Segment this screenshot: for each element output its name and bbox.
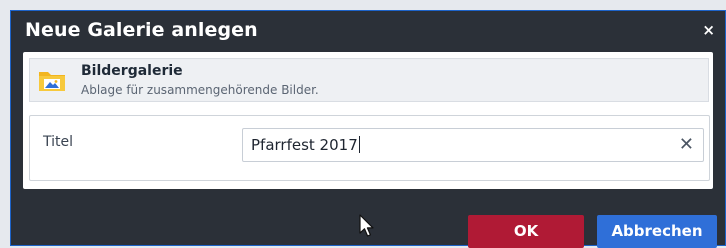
clear-icon[interactable]: ✕ bbox=[679, 135, 694, 155]
new-gallery-dialog: Neue Galerie anlegen × Bildergalerie Abl… bbox=[10, 10, 726, 246]
ok-button[interactable]: OK bbox=[468, 215, 584, 248]
folder-image-icon bbox=[39, 72, 65, 91]
mouse-pointer-icon bbox=[359, 214, 374, 237]
title-input[interactable]: Pfarrfest 2017 ✕ bbox=[242, 128, 704, 162]
dialog-titlebar[interactable]: Neue Galerie anlegen × bbox=[11, 11, 725, 51]
dialog-title: Neue Galerie anlegen bbox=[25, 19, 258, 41]
cancel-button[interactable]: Abbrechen bbox=[597, 215, 717, 248]
gallery-type-name: Bildergalerie bbox=[81, 63, 183, 79]
title-field-group: Titel Pfarrfest 2017 ✕ bbox=[29, 115, 710, 181]
gallery-type-description: Ablage für zusammengehörende Bilder. bbox=[81, 83, 319, 97]
title-label: Titel bbox=[43, 134, 74, 150]
text-caret bbox=[358, 136, 360, 153]
close-icon[interactable]: × bbox=[702, 20, 715, 40]
title-input-value: Pfarrfest 2017 bbox=[251, 136, 360, 154]
gallery-type-option[interactable]: Bildergalerie Ablage für zusammengehören… bbox=[29, 58, 709, 102]
title-input-text: Pfarrfest 2017 bbox=[251, 136, 358, 154]
dialog-content: Bildergalerie Ablage für zusammengehören… bbox=[23, 52, 713, 189]
